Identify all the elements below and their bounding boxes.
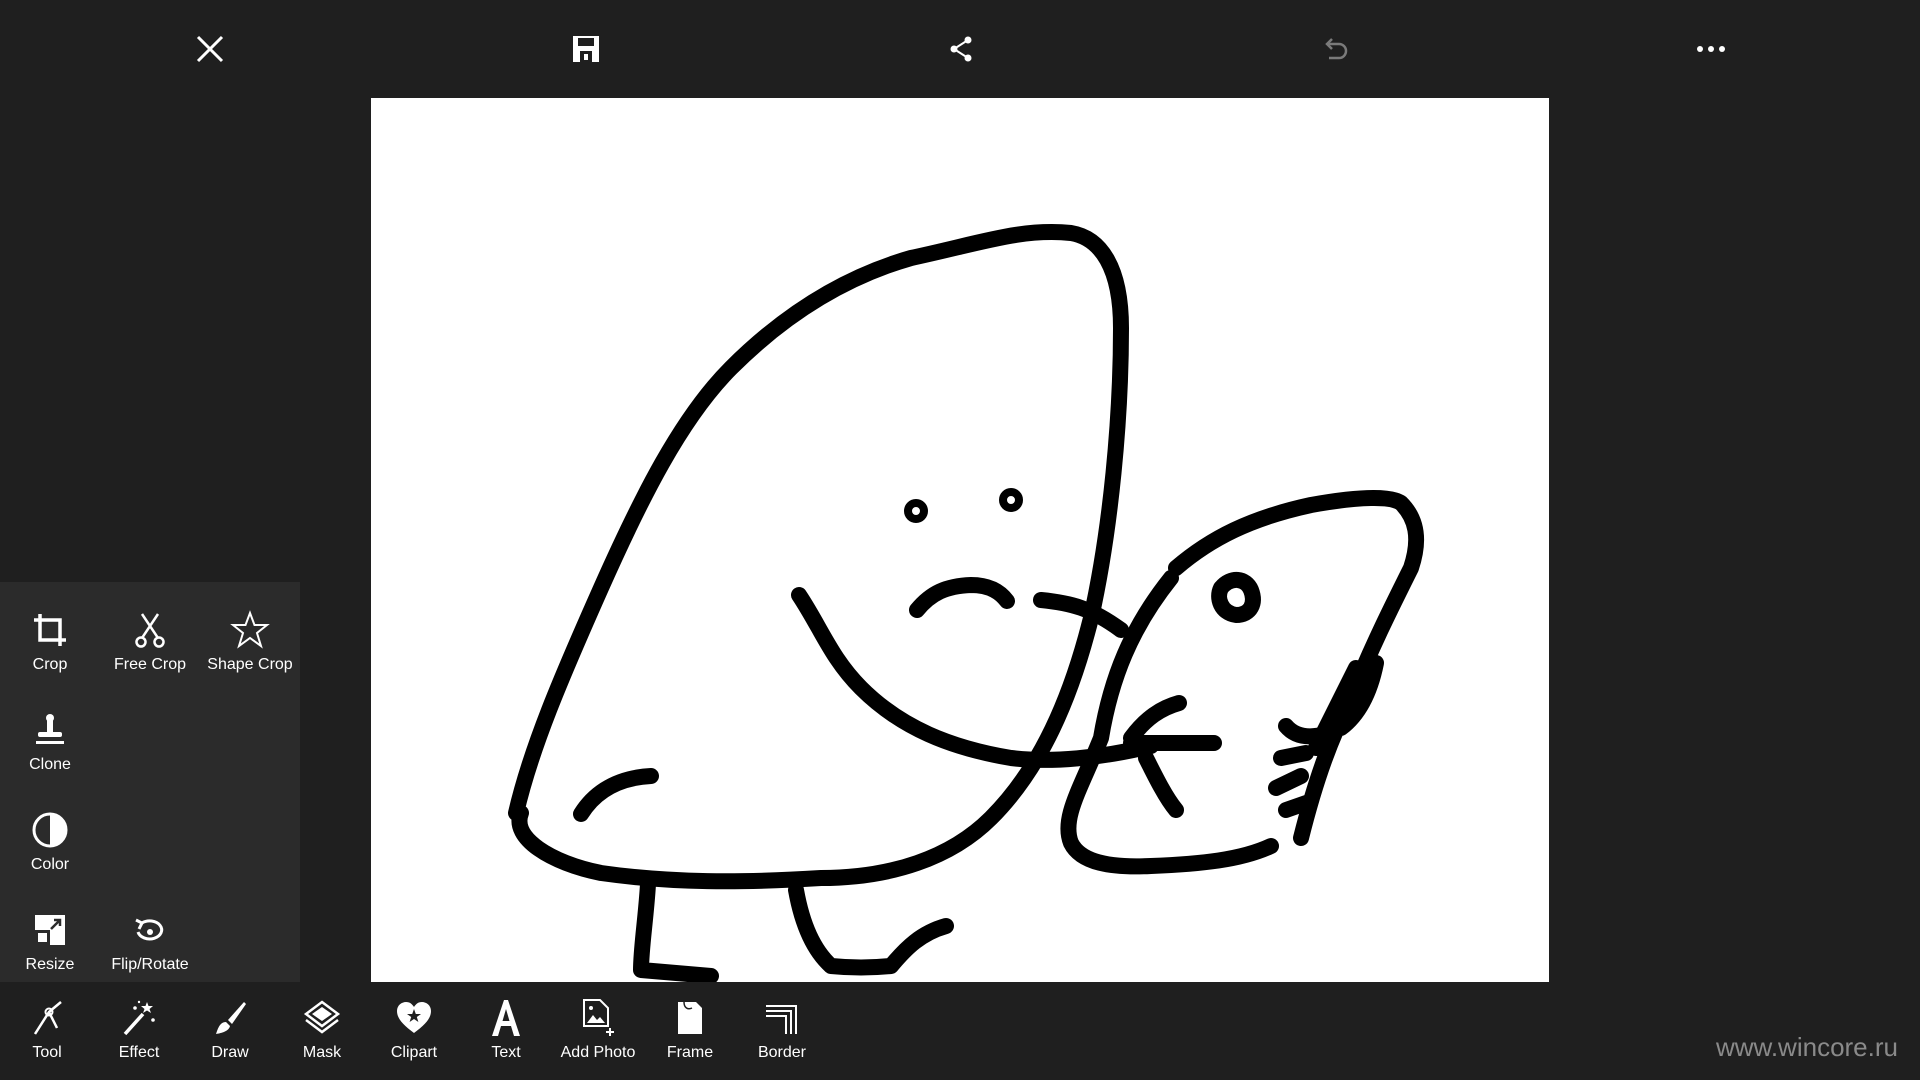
free-crop-label: Free Crop xyxy=(113,656,187,673)
tool-label: Tool xyxy=(32,1044,62,1061)
mask-label: Mask xyxy=(302,1044,342,1061)
free-crop-button[interactable]: Free Crop xyxy=(100,592,200,684)
close-button[interactable] xyxy=(185,24,235,74)
flip-rotate-label: Flip/Rotate xyxy=(111,956,189,973)
text-label: Text xyxy=(491,1044,521,1061)
star-icon xyxy=(228,608,272,652)
effect-button[interactable]: Effect xyxy=(93,996,185,1076)
rotate-icon xyxy=(128,908,172,952)
close-icon xyxy=(196,35,224,63)
letter-a-icon xyxy=(484,996,528,1040)
border-label: Border xyxy=(757,1044,807,1061)
bottom-toolbar: Tool Effect Draw Mask Clipart Text Add P… xyxy=(0,982,1920,1080)
frame-label: Frame xyxy=(666,1044,714,1061)
brush-icon xyxy=(208,996,252,1040)
draw-label: Draw xyxy=(211,1044,249,1061)
draw-button[interactable]: Draw xyxy=(184,996,276,1076)
color-label: Color xyxy=(30,856,70,873)
effect-label: Effect xyxy=(118,1044,160,1061)
tool-button[interactable]: Tool xyxy=(1,996,93,1076)
clipart-button[interactable]: Clipart xyxy=(368,996,460,1076)
compass-icon xyxy=(25,996,69,1040)
share-icon xyxy=(950,36,972,62)
shape-crop-button[interactable]: Shape Crop xyxy=(200,592,300,684)
crop-button[interactable]: Crop xyxy=(0,592,100,684)
resize-button[interactable]: Resize xyxy=(0,892,100,984)
resize-icon xyxy=(28,908,72,952)
border-button[interactable]: Border xyxy=(736,996,828,1076)
top-toolbar xyxy=(0,0,1920,98)
resize-label: Resize xyxy=(25,956,75,973)
doodle-drawing xyxy=(508,224,1425,982)
crop-label: Crop xyxy=(32,656,68,673)
mask-button[interactable]: Mask xyxy=(276,996,368,1076)
share-button[interactable] xyxy=(936,24,986,74)
image-canvas[interactable] xyxy=(371,98,1549,982)
more-button[interactable] xyxy=(1686,24,1736,74)
scissors-icon xyxy=(128,608,172,652)
color-button[interactable]: Color xyxy=(0,792,100,884)
save-icon xyxy=(573,36,599,62)
frame-button[interactable]: Frame xyxy=(644,996,736,1076)
more-icon xyxy=(1697,46,1725,52)
save-button[interactable] xyxy=(561,24,611,74)
edit-tools-panel: Crop Free Crop Shape Crop Clone Color Re… xyxy=(0,582,300,982)
border-icon xyxy=(760,996,804,1040)
magic-wand-icon xyxy=(117,996,161,1040)
stamp-icon xyxy=(28,708,72,752)
contrast-icon xyxy=(28,808,72,852)
heart-star-icon xyxy=(392,996,436,1040)
watermark-text: www.wincore.ru xyxy=(1715,1032,1898,1062)
add-photo-icon xyxy=(576,996,620,1040)
flip-rotate-button[interactable]: Flip/Rotate xyxy=(100,892,200,984)
undo-icon xyxy=(1325,38,1348,60)
shape-crop-label: Shape Crop xyxy=(207,656,293,673)
layers-icon xyxy=(300,996,344,1040)
text-button[interactable]: Text xyxy=(460,996,552,1076)
frame-icon xyxy=(668,996,712,1040)
crop-icon xyxy=(28,608,72,652)
undo-button[interactable] xyxy=(1311,24,1361,74)
clone-button[interactable]: Clone xyxy=(0,692,100,784)
clipart-label: Clipart xyxy=(390,1044,438,1061)
clone-label: Clone xyxy=(29,756,71,773)
add-photo-button[interactable]: Add Photo xyxy=(552,996,644,1076)
add-photo-label: Add Photo xyxy=(560,1044,636,1061)
